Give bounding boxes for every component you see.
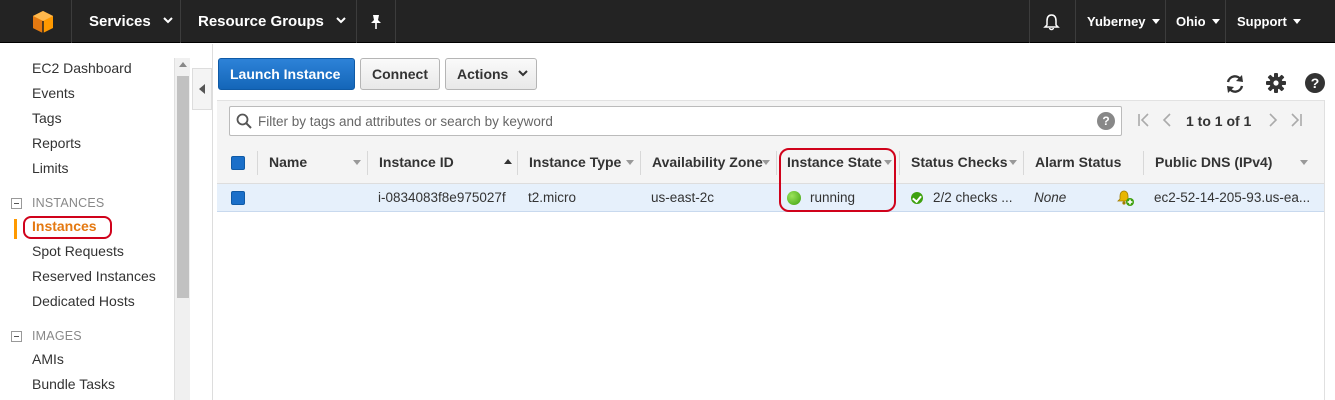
refresh-icon[interactable]: [1224, 73, 1246, 95]
sidebar-item-reports[interactable]: Reports: [32, 135, 81, 151]
services-label: Services: [89, 13, 151, 30]
sidebar-heading-instances: INSTANCES: [32, 196, 105, 210]
pagination-label: 1 to 1 of 1: [1186, 113, 1252, 129]
resource-groups-label: Resource Groups: [198, 13, 324, 30]
sidebar-item-limits[interactable]: Limits: [32, 160, 69, 176]
column-separator: [367, 151, 368, 175]
gear-icon[interactable]: [1265, 72, 1287, 94]
column-separator: [517, 151, 518, 175]
column-header-public-dns[interactable]: Public DNS (IPv4): [1155, 142, 1272, 184]
bell-icon[interactable]: [1043, 13, 1060, 31]
scroll-up-icon[interactable]: [179, 62, 187, 67]
help-icon[interactable]: ?: [1304, 72, 1326, 94]
connect-button[interactable]: Connect: [360, 58, 440, 90]
cell-alarm-status: None: [1034, 190, 1067, 205]
highlight-annotation: [779, 148, 896, 212]
search-input[interactable]: [258, 111, 1088, 131]
user-menu[interactable]: Yuberney: [1087, 0, 1160, 43]
support-menu[interactable]: Support: [1237, 0, 1301, 43]
chevron-down-icon: [336, 17, 346, 24]
check-passed-icon: [911, 192, 923, 204]
column-header-name[interactable]: Name: [269, 142, 307, 184]
column-header-instance-type[interactable]: Instance Type: [529, 142, 621, 184]
column-separator: [1143, 151, 1144, 175]
column-header-alarm-status[interactable]: Alarm Status: [1035, 142, 1121, 184]
column-header-status-checks[interactable]: Status Checks: [911, 142, 1007, 184]
actions-button[interactable]: Actions: [445, 58, 537, 90]
launch-instance-button[interactable]: Launch Instance: [218, 58, 355, 90]
svg-text:?: ?: [1311, 75, 1320, 91]
sidebar-item-bundle-tasks[interactable]: Bundle Tasks: [32, 376, 115, 392]
sort-icon[interactable]: [626, 160, 634, 165]
pin-icon[interactable]: [369, 14, 383, 30]
row-checkbox[interactable]: [231, 191, 245, 205]
right-panel-edge: [1324, 100, 1335, 400]
search-icon: [236, 113, 252, 129]
sidebar-item-spot-requests[interactable]: Spot Requests: [32, 243, 124, 259]
region-menu[interactable]: Ohio: [1176, 0, 1220, 43]
user-label: Yuberney: [1087, 14, 1146, 29]
sidebar-item-reserved-instances[interactable]: Reserved Instances: [32, 268, 156, 284]
filter-help-icon[interactable]: ?: [1097, 112, 1115, 130]
sidebar: EC2 Dashboard Events Tags Reports Limits…: [0, 44, 190, 400]
active-indicator: [14, 219, 17, 239]
collapse-instances-icon[interactable]: [11, 198, 22, 209]
sidebar-scrollbar[interactable]: [174, 58, 190, 400]
cell-instance-type: t2.micro: [528, 190, 577, 205]
chevron-down-icon: [518, 70, 528, 77]
services-menu[interactable]: Services: [89, 0, 173, 43]
sidebar-item-tags[interactable]: Tags: [32, 110, 62, 126]
collapse-sidebar-button[interactable]: [192, 68, 212, 110]
alarm-add-icon[interactable]: [1117, 190, 1135, 207]
sidebar-heading-images: IMAGES: [32, 329, 82, 343]
actions-label: Actions: [457, 66, 509, 82]
column-header-instance-id[interactable]: Instance ID: [379, 142, 454, 184]
sort-icon[interactable]: [762, 160, 770, 165]
sort-ascending-icon[interactable]: [504, 159, 512, 164]
collapse-left-icon: [199, 84, 205, 94]
sort-icon[interactable]: [1009, 160, 1017, 165]
column-separator: [257, 151, 258, 175]
region-label: Ohio: [1176, 14, 1206, 29]
cell-availability-zone: us-east-2c: [651, 190, 715, 205]
cell-instance-id: i-0834083f8e975027f: [378, 190, 506, 205]
sort-icon[interactable]: [1300, 160, 1308, 165]
highlight-annotation: [23, 216, 112, 239]
sidebar-item-amis[interactable]: AMIs: [32, 351, 64, 367]
column-separator: [1023, 151, 1024, 175]
cell-status-checks: 2/2 checks ...: [933, 190, 1013, 205]
last-page-icon[interactable]: [1289, 113, 1303, 127]
support-label: Support: [1237, 14, 1287, 29]
sidebar-item-ec2-dashboard[interactable]: EC2 Dashboard: [32, 60, 132, 76]
column-separator: [640, 151, 641, 175]
column-header-availability-zone[interactable]: Availability Zone: [652, 142, 763, 184]
cell-public-dns: ec2-52-14-205-93.us-ea...: [1154, 190, 1311, 205]
top-navigation-bar: Services Resource Groups Yuberney Ohio S…: [0, 0, 1335, 43]
caret-down-icon: [1292, 19, 1301, 25]
column-separator: [776, 151, 777, 175]
sidebar-item-dedicated-hosts[interactable]: Dedicated Hosts: [32, 293, 135, 309]
caret-down-icon: [1151, 19, 1160, 25]
first-page-icon[interactable]: [1137, 113, 1151, 127]
caret-down-icon: [1211, 19, 1220, 25]
aws-logo-icon[interactable]: [31, 10, 55, 34]
next-page-icon[interactable]: [1267, 113, 1279, 127]
search-box[interactable]: ?: [229, 106, 1122, 136]
select-all-checkbox[interactable]: [231, 156, 245, 170]
chevron-down-icon: [163, 17, 173, 24]
table-body-empty-area: [217, 212, 1324, 400]
previous-page-icon[interactable]: [1161, 113, 1173, 127]
content-divider: [212, 44, 213, 400]
sort-icon[interactable]: [353, 160, 361, 165]
resource-groups-menu[interactable]: Resource Groups: [198, 0, 346, 43]
sidebar-item-events[interactable]: Events: [32, 85, 75, 101]
scrollbar-thumb[interactable]: [177, 76, 189, 298]
column-separator: [899, 151, 900, 175]
collapse-images-icon[interactable]: [11, 331, 22, 342]
